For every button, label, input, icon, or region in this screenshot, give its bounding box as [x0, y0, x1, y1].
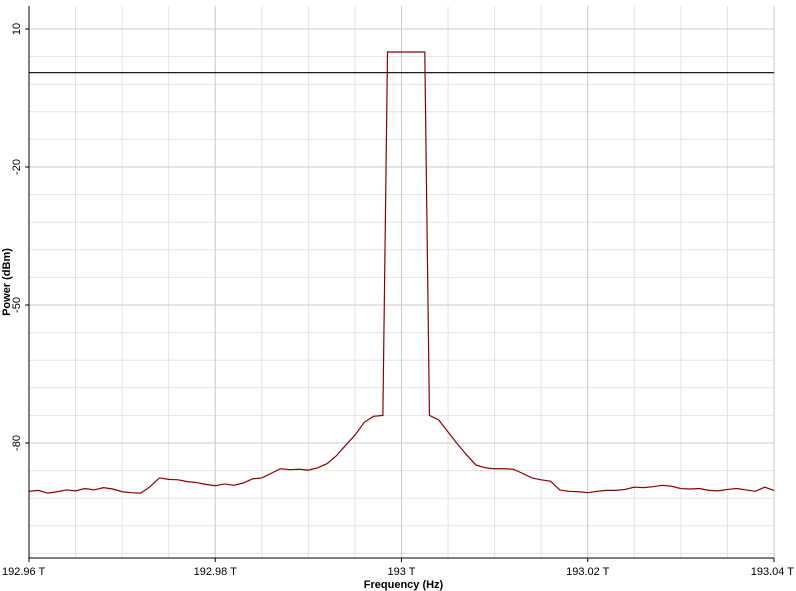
y-axis-title: Power (dBm) [1, 248, 13, 316]
x-axis-ticks: 192.96 T 192.98 T 193 T 193.02 T 193.04 T [2, 558, 794, 578]
y-axis-ticks: 10-20-50-80 [11, 23, 29, 451]
spectrum-chart: 10-20-50-80 192.96 T 192.98 T 193 T 193.02 … [1, 6, 794, 591]
x-axis-title: Frequency (Hz) [364, 579, 444, 591]
x-tick-label: 193.04 T [751, 566, 795, 578]
x-tick-label: 192.98 T [194, 566, 238, 578]
y-tick-label: 10 [11, 23, 23, 35]
y-tick-label: -20 [11, 159, 23, 175]
x-tick-label: 192.96 T [2, 566, 46, 578]
x-tick-label: 193 T [388, 566, 416, 578]
y-tick-label: -80 [11, 435, 23, 451]
x-tick-label: 193.02 T [566, 566, 610, 578]
